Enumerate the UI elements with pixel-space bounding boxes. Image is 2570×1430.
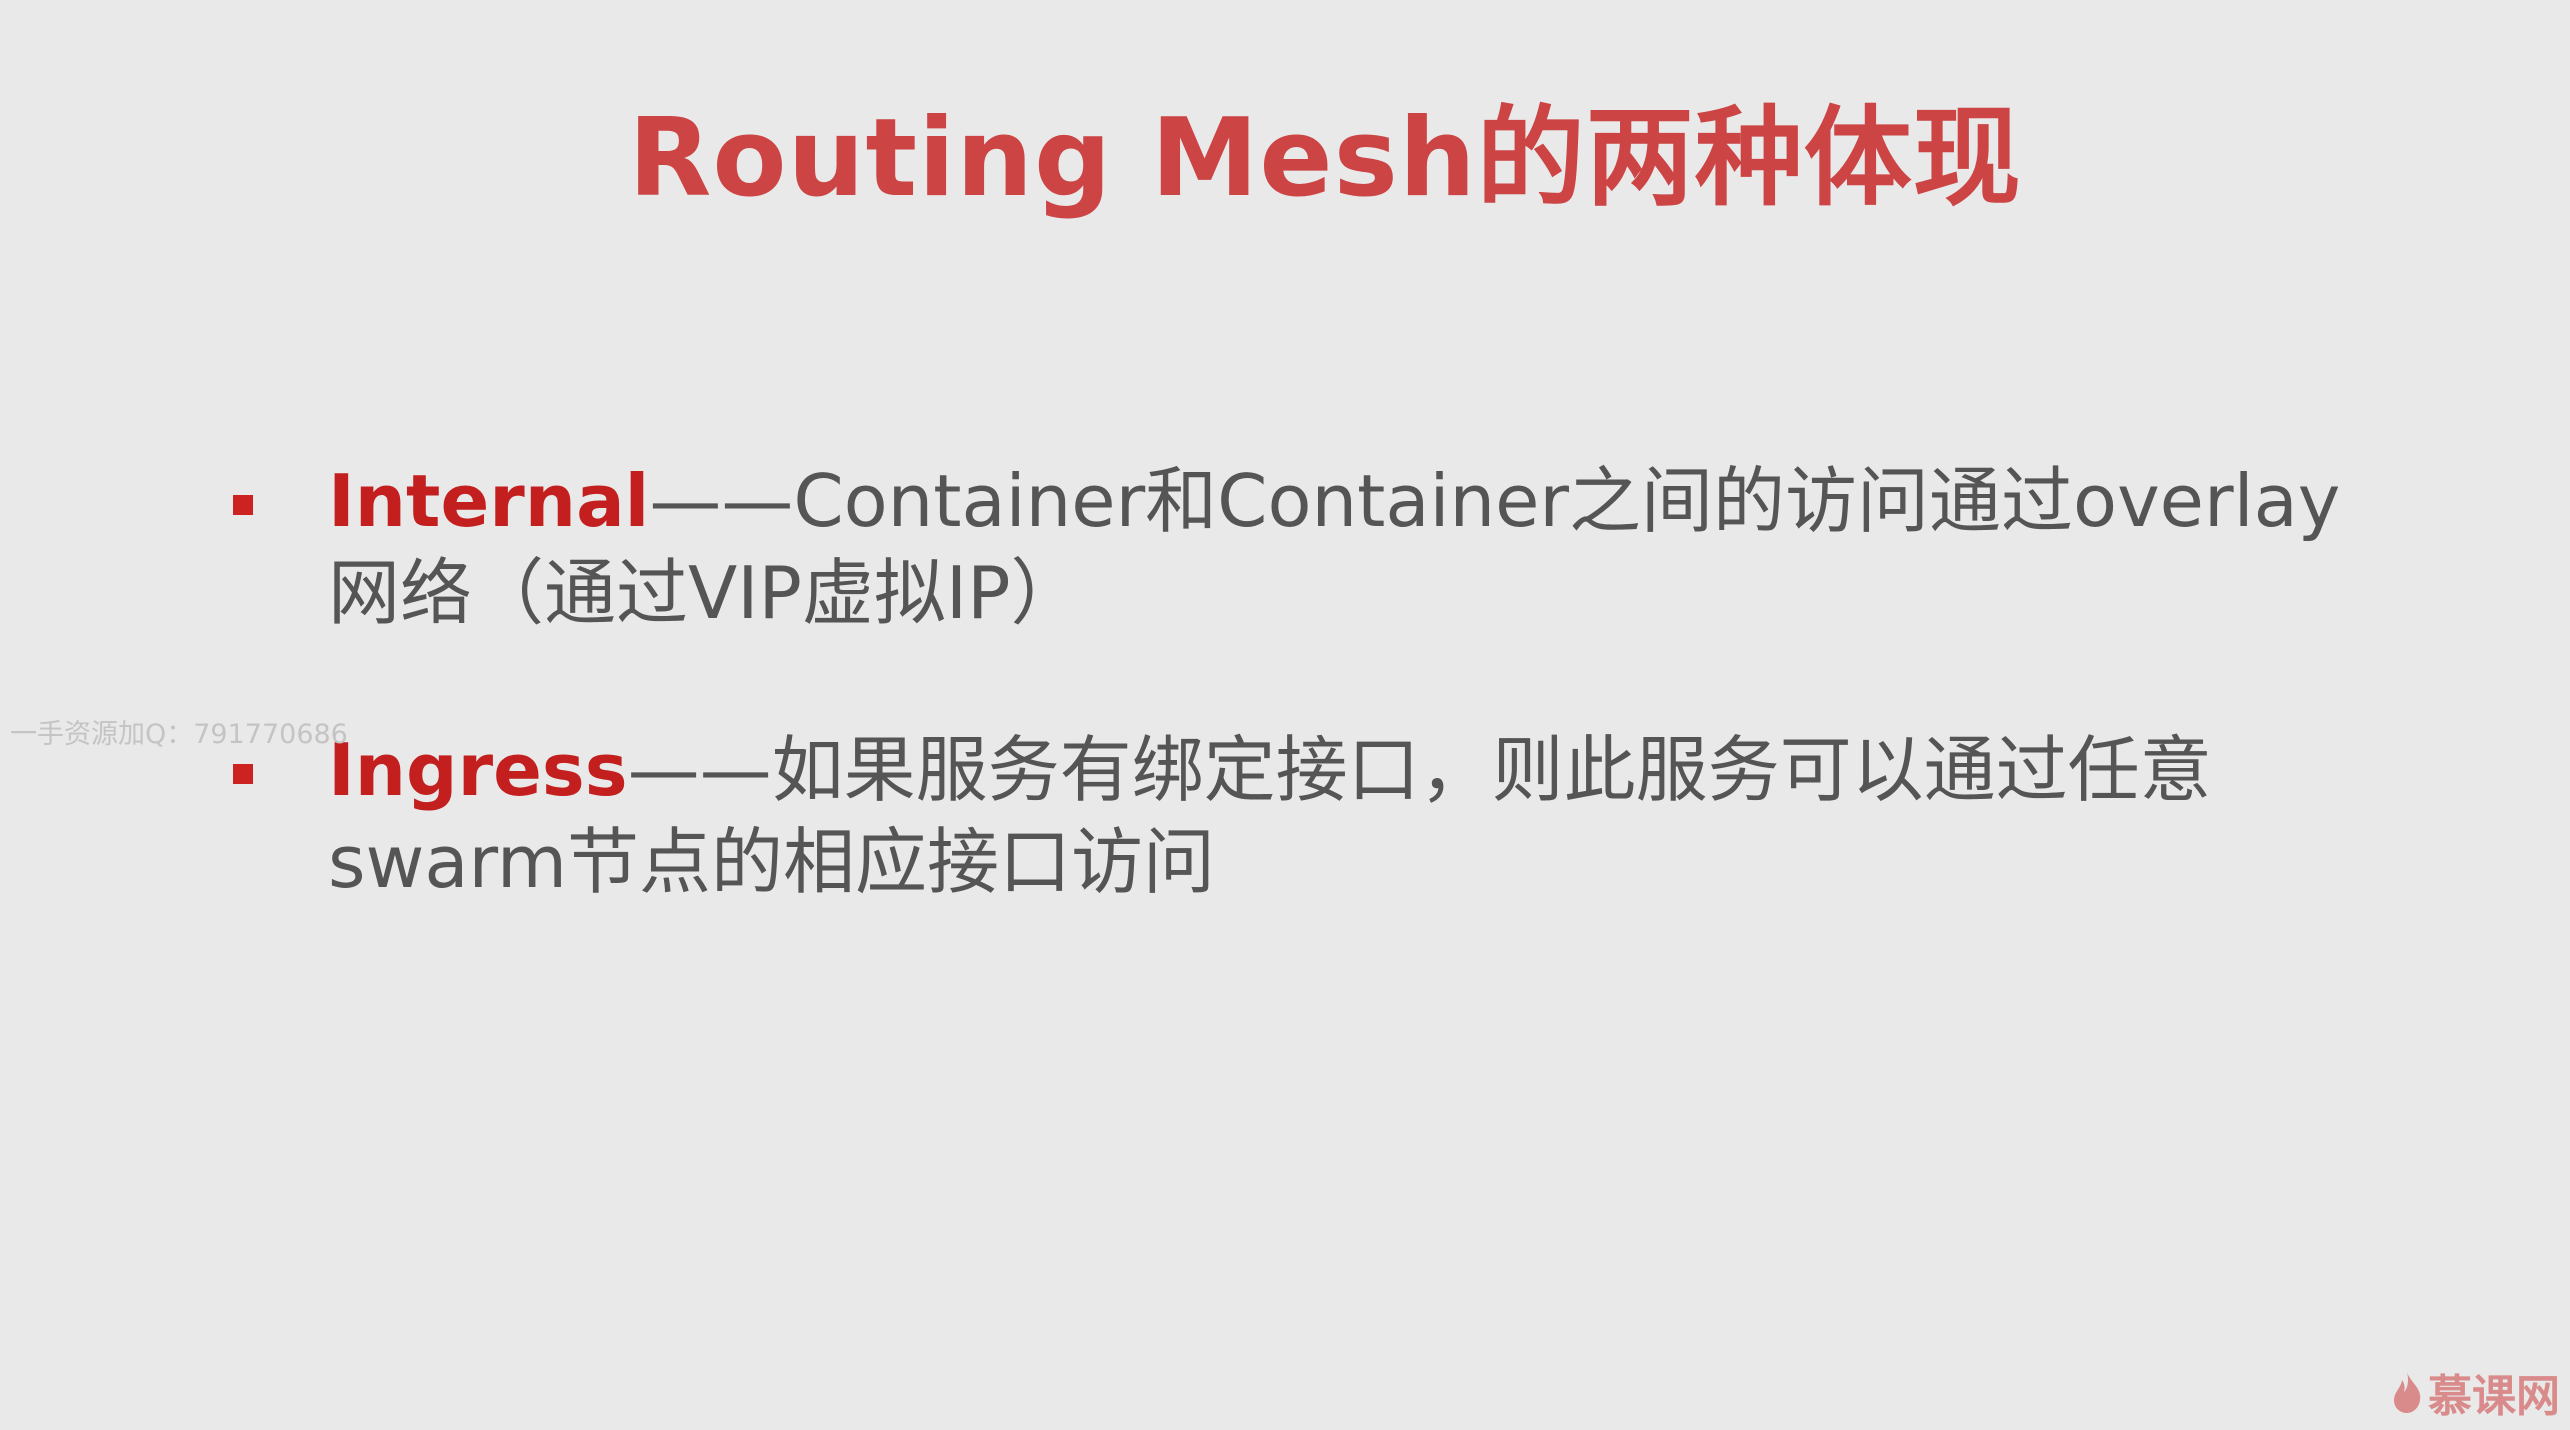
slide: Routing Mesh的两种体现 Internal——Container和Co… bbox=[0, 0, 2570, 1430]
bullet-item-internal: Internal——Container和Container之间的访问通过over… bbox=[230, 455, 2380, 639]
logo-text: 慕课网 bbox=[2428, 1371, 2560, 1422]
bullet-item-ingress: Ingress——如果服务有绑定接口，则此服务可以通过任意swarm节点的相应接… bbox=[230, 724, 2380, 908]
square-bullet-icon bbox=[233, 764, 253, 784]
square-bullet-icon bbox=[233, 495, 253, 515]
brand-logo: 慕课网 bbox=[2390, 1360, 2560, 1424]
bullet-list: Internal——Container和Container之间的访问通过over… bbox=[230, 455, 2380, 993]
bullet-term: Internal bbox=[328, 459, 650, 543]
bullet-term: Ingress bbox=[328, 728, 628, 812]
slide-title: Routing Mesh的两种体现 bbox=[628, 96, 2022, 221]
watermark-text: 一手资源加Q：791770686 bbox=[10, 719, 348, 750]
flame-icon bbox=[2394, 1372, 2421, 1413]
